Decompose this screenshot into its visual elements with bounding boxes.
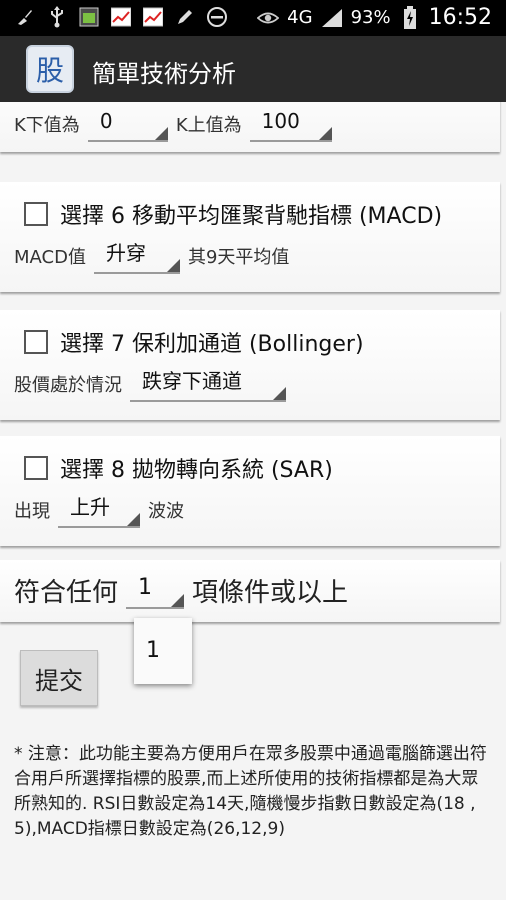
- macd-spinner[interactable]: 升穿: [93, 238, 180, 274]
- condition-prefix: 符合任何: [14, 578, 119, 608]
- sar-checkbox[interactable]: [24, 456, 48, 480]
- condition-dropdown-menu: 1: [134, 618, 192, 684]
- usb-icon: [46, 6, 68, 28]
- macd-card: 選擇 6 移動平均匯聚背馳指標 (MACD) MACD值 升穿 其9天平均值: [0, 182, 500, 292]
- blocked-icon: [206, 6, 228, 28]
- condition-row: 符合任何 1 項條件或以上: [14, 572, 348, 609]
- 3g-sim-icon: [78, 6, 100, 28]
- stock-chart-icon: [110, 6, 132, 28]
- bollinger-checkbox[interactable]: [24, 330, 48, 354]
- condition-suffix: 項條件或以上: [192, 578, 349, 608]
- bollinger-option[interactable]: 選擇 7 保利加通道 (Bollinger): [24, 326, 364, 358]
- macd-spinner-value: 升穿: [105, 241, 146, 265]
- bollinger-settings-row: 股價處於情況 跌穿下通道: [14, 366, 294, 402]
- broom-icon: [14, 6, 36, 28]
- k-lower-spinner[interactable]: 0: [87, 106, 168, 142]
- dropdown-arrow-icon: [154, 127, 168, 140]
- macd-settings-row: MACD值 升穿 其9天平均值: [14, 238, 289, 274]
- sar-prefix: 出現: [14, 501, 50, 522]
- macd-label: 選擇 6 移動平均匯聚背馳指標 (MACD): [60, 204, 443, 229]
- macd-option[interactable]: 選擇 6 移動平均匯聚背馳指標 (MACD): [24, 198, 442, 230]
- status-bar: 4G 93% 16:52: [0, 0, 506, 36]
- app-title: 簡單技術分析: [92, 60, 236, 88]
- condition-spinner[interactable]: 1: [126, 573, 185, 609]
- app-logo[interactable]: 股: [26, 45, 74, 93]
- macd-suffix: 其9天平均值: [187, 247, 290, 268]
- bollinger-spinner-value: 跌穿下通道: [142, 369, 242, 393]
- k-lower-label: K下值為: [14, 115, 80, 136]
- system-status: 4G 93% 16:52: [257, 5, 492, 30]
- sar-label: 選擇 8 拋物轉向系統 (SAR): [60, 458, 333, 483]
- kd-row: K下值為 0 K上值為 100: [14, 106, 340, 142]
- battery-percent: 93%: [350, 7, 391, 28]
- battery-charging-icon: [399, 5, 421, 29]
- dropdown-arrow-icon: [318, 127, 332, 140]
- dropdown-arrow-icon: [171, 593, 185, 607]
- sar-card: 選擇 8 拋物轉向系統 (SAR) 出現 上升 波波: [0, 436, 500, 546]
- sar-spinner-value: 上升: [70, 495, 110, 519]
- macd-checkbox[interactable]: [24, 202, 48, 226]
- dropdown-arrow-icon: [166, 259, 180, 272]
- sar-option[interactable]: 選擇 8 拋物轉向系統 (SAR): [24, 452, 333, 484]
- pencil-icon: [174, 6, 196, 28]
- condition-card: 符合任何 1 項條件或以上: [0, 560, 500, 622]
- sar-spinner[interactable]: 上升: [58, 492, 140, 528]
- notification-icons: [14, 6, 228, 28]
- dropdown-arrow-icon: [273, 387, 286, 400]
- macd-prefix: MACD值: [14, 247, 86, 268]
- signal-icon: [321, 7, 343, 29]
- k-lower-value: 0: [99, 109, 113, 133]
- action-bar: 股 簡單技術分析: [0, 36, 506, 102]
- clock: 16:52: [428, 5, 492, 30]
- submit-button[interactable]: 提交: [20, 650, 98, 706]
- network-type: 4G: [287, 7, 313, 28]
- condition-spinner-value: 1: [138, 574, 153, 600]
- sar-settings-row: 出現 上升 波波: [14, 492, 184, 528]
- k-upper-label: K上值為: [175, 115, 242, 136]
- k-upper-value: 100: [261, 109, 300, 133]
- bollinger-prefix: 股價處於情況: [14, 375, 122, 396]
- scroll-content[interactable]: K下值為 0 K上值為 100 選擇 6 移動平均匯聚背馳指標 (MACD) M…: [0, 102, 506, 900]
- bollinger-label: 選擇 7 保利加通道 (Bollinger): [60, 332, 364, 357]
- k-upper-spinner[interactable]: 100: [249, 106, 332, 142]
- disclaimer-note: * 注意：此功能主要為方便用戶在眾多股票中通過電腦篩選出符合用戶所選擇指標的股票…: [14, 744, 487, 839]
- eye-icon: [257, 7, 280, 29]
- dropdown-arrow-icon: [127, 513, 140, 526]
- stock-chart-icon: [142, 6, 164, 28]
- dropdown-option[interactable]: 1: [146, 638, 192, 663]
- sar-suffix: 波波: [148, 501, 184, 522]
- bollinger-card: 選擇 7 保利加通道 (Bollinger) 股價處於情況 跌穿下通道: [0, 310, 500, 420]
- bollinger-spinner[interactable]: 跌穿下通道: [130, 366, 286, 402]
- kd-settings-card: K下值為 0 K上值為 100: [0, 102, 500, 152]
